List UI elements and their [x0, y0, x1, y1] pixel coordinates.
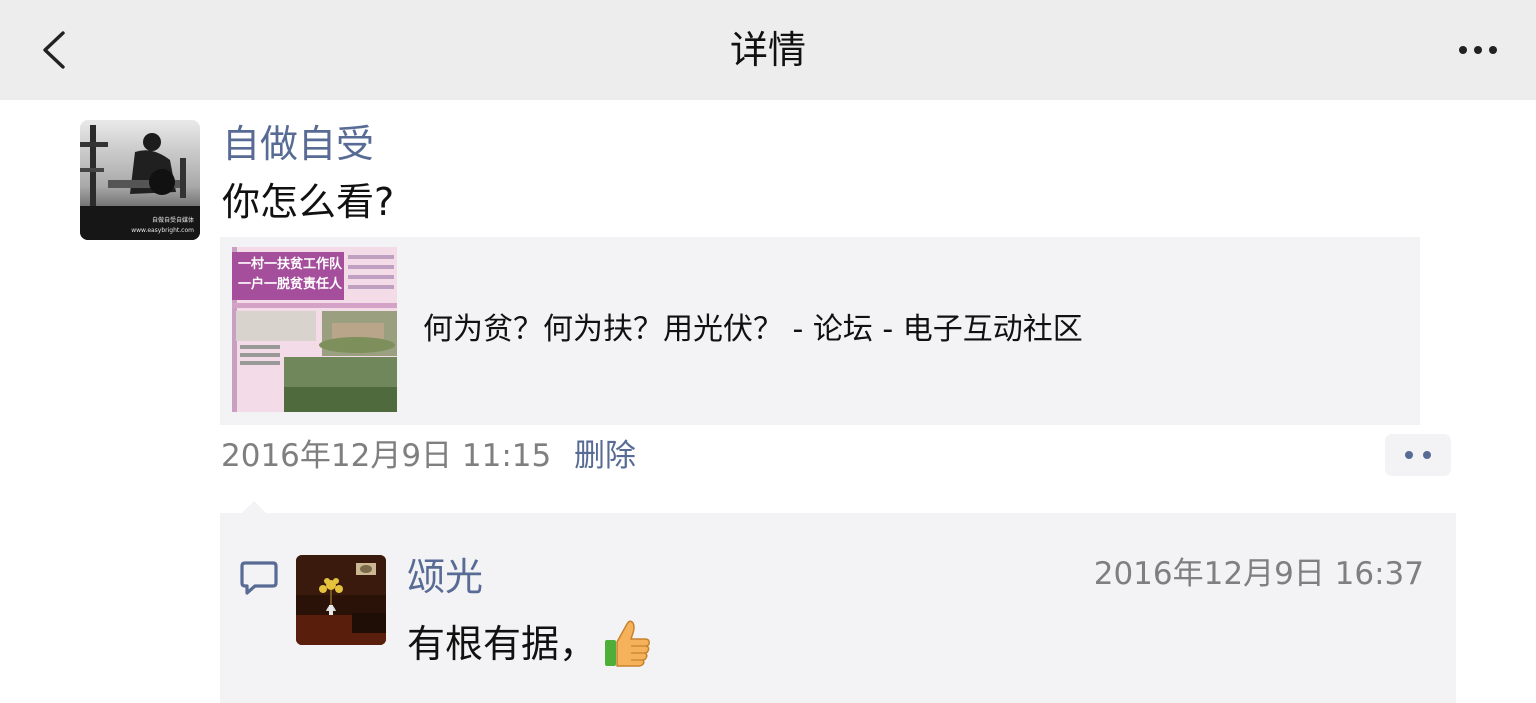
thumbnail-headline: 一村一扶贫工作队 一户一脱贫责任人 [237, 257, 342, 292]
commenter-avatar[interactable] [296, 555, 386, 645]
more-options-button[interactable] [1450, 26, 1506, 74]
comment-body: 有根有据， [407, 617, 653, 671]
avatar-caption: 自做自受自媒体 www.easybright.com [131, 217, 194, 234]
navigation-bar: 详情 [0, 0, 1536, 100]
post-timestamp: 2016年12月9日 11:15 [221, 438, 552, 474]
page-title: 详情 [729, 28, 806, 72]
comment-timestamp: 2016年12月9日 16:37 [1093, 556, 1424, 592]
like-comment-menu-button[interactable] [1385, 434, 1451, 476]
comment-bubble-icon [240, 561, 278, 595]
dot-icon [1405, 451, 1413, 459]
delete-button[interactable]: 删除 [574, 433, 636, 479]
more-dots-icon [1459, 46, 1497, 54]
comment-section: 颂光 2016年12月9日 16:37 有根有据， [220, 513, 1456, 703]
link-thumbnail: 一村一扶贫工作队 一户一脱贫责任人 [232, 247, 397, 412]
post-text: 你怎么看? [222, 180, 395, 224]
shared-link-card[interactable]: 一村一扶贫工作队 一户一脱贫责任人 何为贫？何为扶？用光伏？ - 论坛 - 电子… [220, 237, 1420, 425]
commenter-name[interactable]: 颂光 [407, 551, 483, 603]
post-author-name[interactable]: 自做自受 [222, 118, 374, 170]
author-avatar[interactable]: 自做自受自媒体 www.easybright.com [80, 120, 200, 240]
comment-pointer [242, 501, 266, 513]
thumbs-up-icon [605, 620, 650, 667]
comment-text: 有根有据， [407, 622, 598, 666]
link-title: 何为贫？何为扶？用光伏？ - 论坛 - 电子互动社区 [423, 312, 1083, 347]
dot-icon [1423, 451, 1431, 459]
